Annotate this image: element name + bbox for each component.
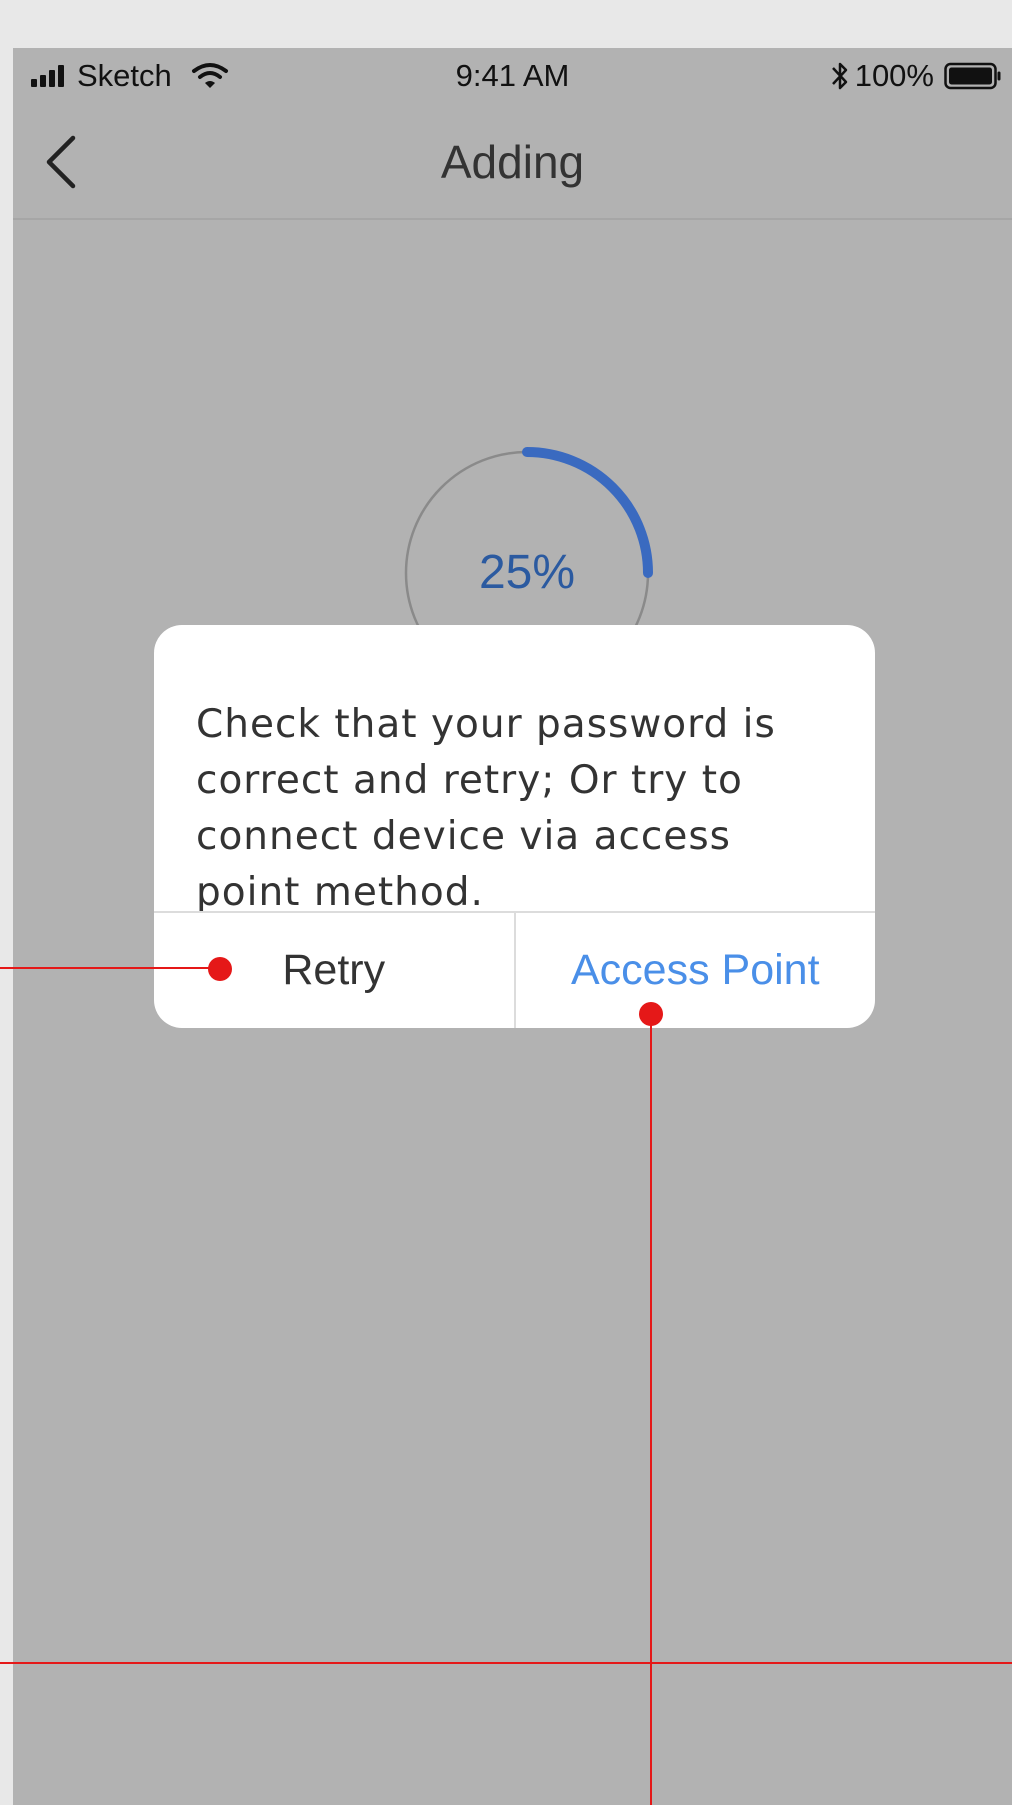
progress-label: 25% [478,546,576,599]
bluetooth-icon [831,62,847,90]
dialog-message: Check that your password is correct and … [196,702,776,915]
status-time: 9:41 AM [455,58,570,93]
alert-dialog: Check that your password is correct and … [154,625,875,1028]
annotation-dot-retry [208,957,232,981]
status-left: Sketch [31,56,230,96]
page-title: Adding [440,136,585,188]
wifi-icon [191,63,228,88]
annotation-line-horizontal [0,1662,1012,1664]
navigation-bar: Adding [13,104,1012,220]
chevron-left-icon[interactable] [41,134,81,190]
access-point-button[interactable]: Access Point [516,913,876,1028]
battery-percent: 100% [854,58,934,93]
signal-icon [31,65,67,87]
dialog-actions: Retry Access Point [154,913,875,1028]
status-right: 100% [829,56,1002,96]
carrier-name: Sketch [77,58,172,93]
status-bar: Sketch 9:41 AM 100% [13,48,1012,104]
annotation-line-access-point [650,1014,652,1805]
annotation-line-retry [0,967,220,969]
nav-title-row: Adding [13,132,1012,192]
battery-icon [944,62,1001,90]
